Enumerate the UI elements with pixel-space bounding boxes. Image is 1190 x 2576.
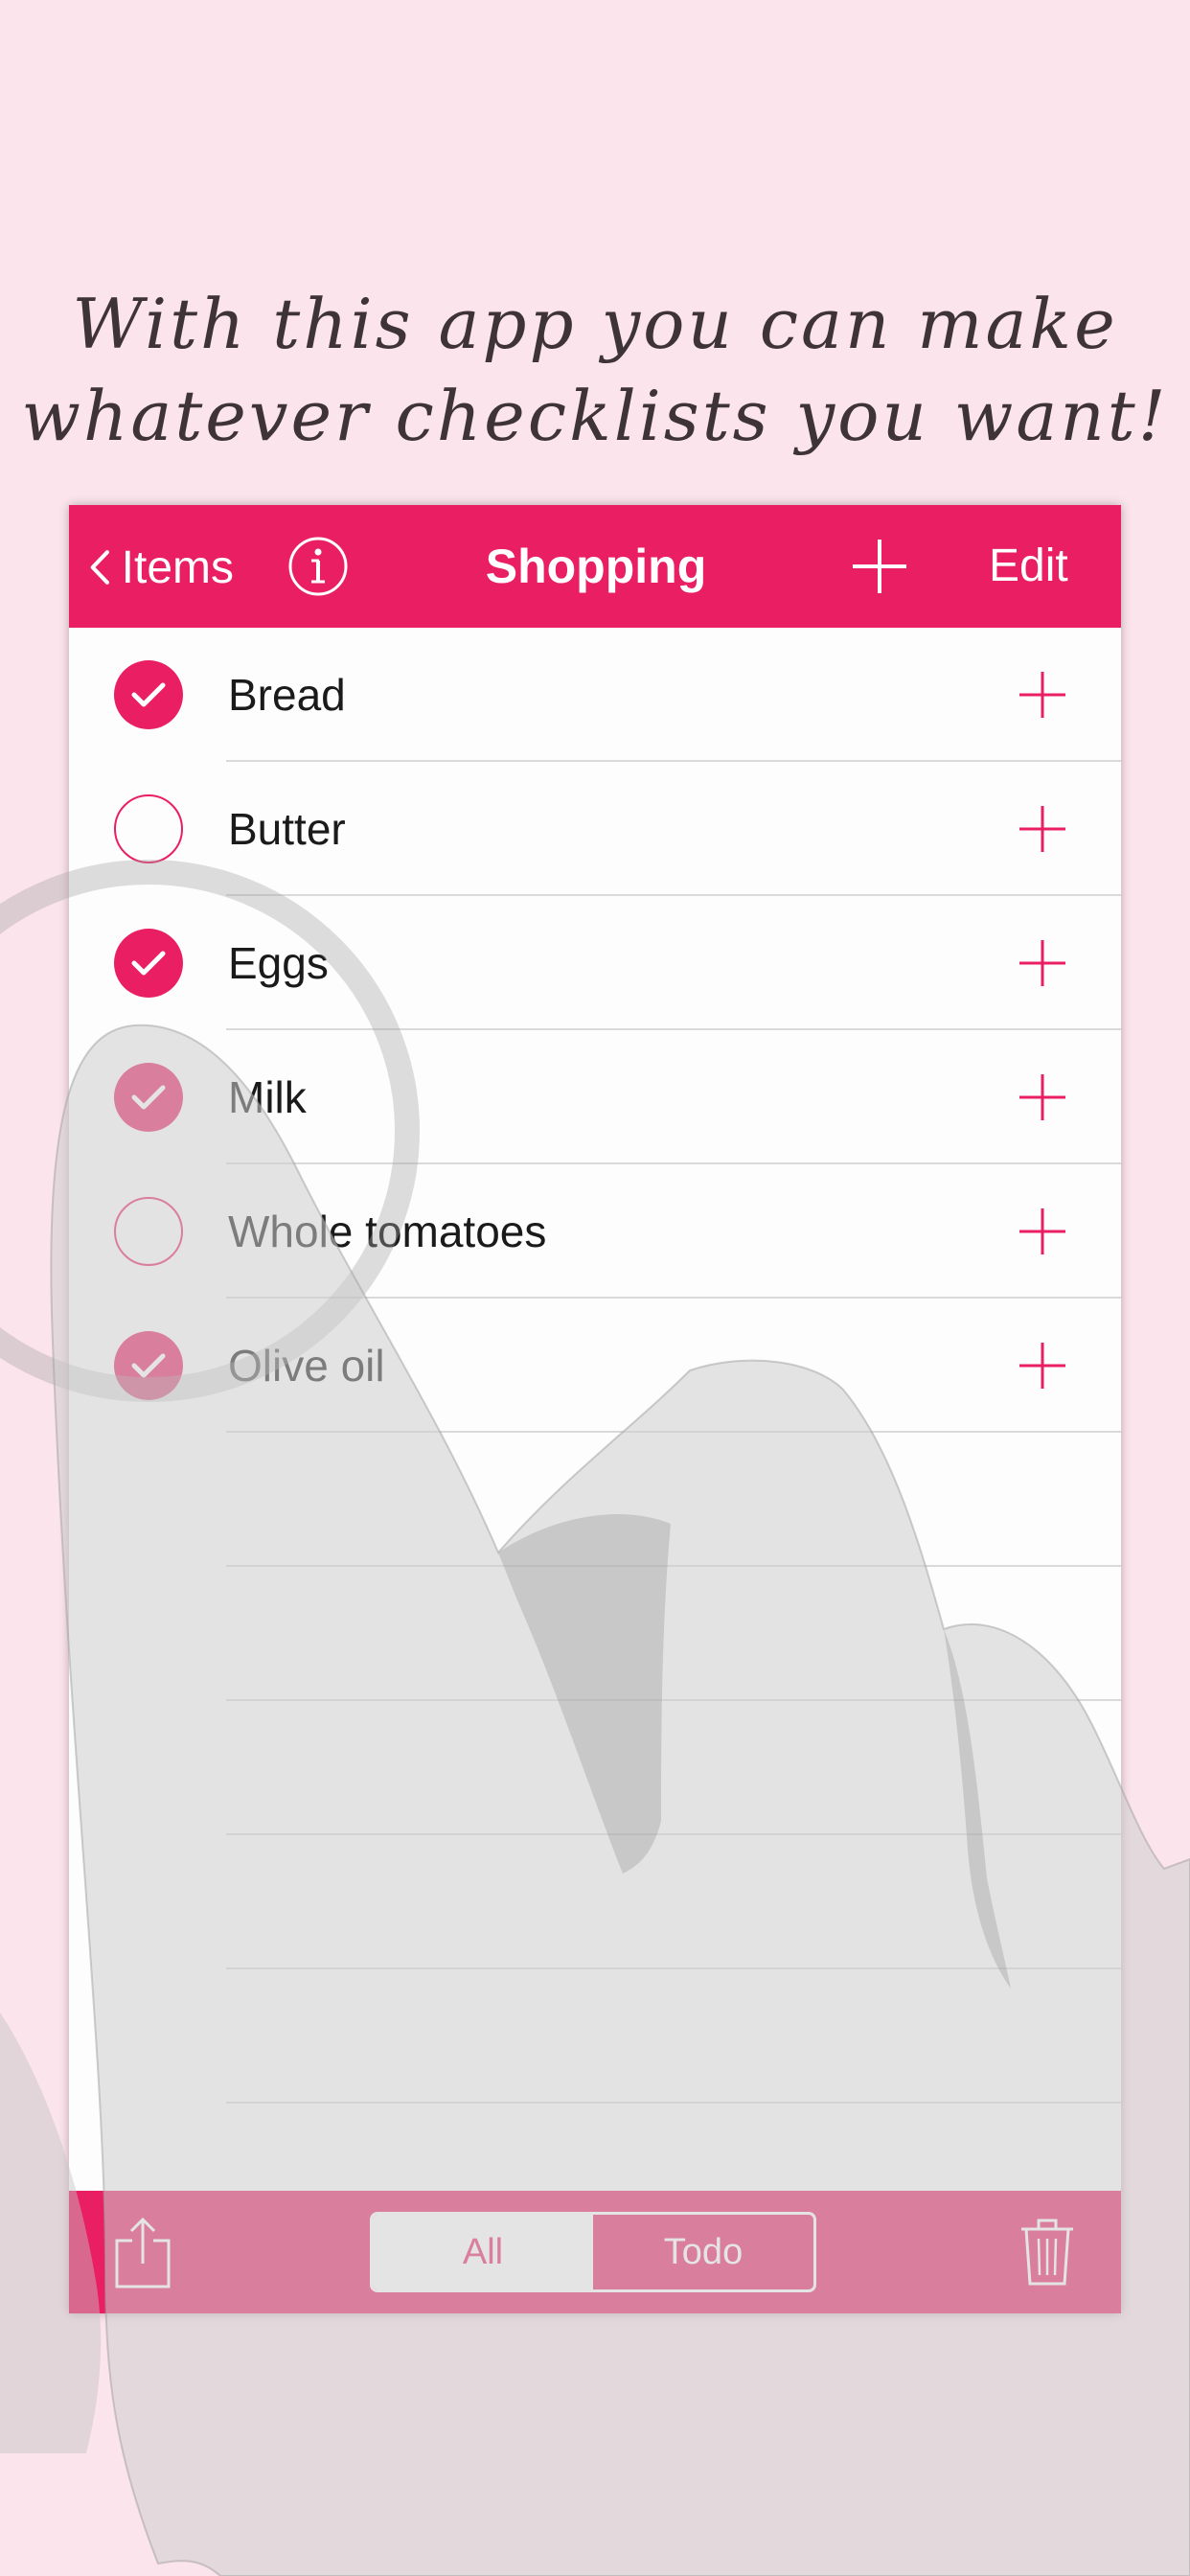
checkbox[interactable]: [114, 660, 183, 729]
info-icon[interactable]: [287, 536, 349, 597]
segment-todo[interactable]: Todo: [593, 2215, 813, 2289]
caption: With this app you can make whatever chec…: [0, 278, 1190, 462]
empty-row: [69, 1701, 1121, 1835]
empty-row: [69, 1567, 1121, 1701]
divider: [226, 2102, 1121, 2104]
filter-segmented-control: All Todo: [370, 2212, 816, 2292]
plus-icon[interactable]: [1018, 804, 1067, 854]
list-item[interactable]: Whole tomatoes: [69, 1164, 1121, 1299]
plus-icon[interactable]: [1018, 1207, 1067, 1256]
segment-all[interactable]: All: [373, 2215, 593, 2289]
checkmark-icon: [131, 1353, 166, 1378]
empty-row: [69, 1969, 1121, 2104]
plus-icon[interactable]: [1018, 670, 1067, 720]
checkbox[interactable]: [114, 794, 183, 863]
checkmark-icon: [131, 1085, 166, 1110]
caption-line-1: With this app you can make: [72, 284, 1118, 364]
plus-icon[interactable]: [1018, 1341, 1067, 1391]
app-screen: Items Shopping Edit Bread Butter Eggs Mi…: [69, 505, 1121, 2313]
page-title: Shopping: [485, 540, 707, 593]
item-label: Milk: [228, 1072, 307, 1122]
list-item[interactable]: Bread: [69, 628, 1121, 762]
item-label: Butter: [228, 804, 346, 854]
list-item[interactable]: Butter: [69, 762, 1121, 896]
checkbox[interactable]: [114, 1331, 183, 1400]
item-label: Whole tomatoes: [228, 1207, 547, 1256]
checkbox[interactable]: [114, 1063, 183, 1132]
list-item[interactable]: Olive oil: [69, 1299, 1121, 1433]
checkmark-icon: [131, 682, 166, 707]
empty-row: [69, 1433, 1121, 1567]
empty-row: [69, 1835, 1121, 1969]
edit-button[interactable]: Edit: [989, 536, 1068, 597]
chevron-left-icon: [90, 550, 109, 585]
checklist: Bread Butter Eggs Milk Whole tomatoes Ol…: [69, 628, 1121, 2104]
bottom-toolbar: All Todo: [69, 2191, 1121, 2313]
item-label: Olive oil: [228, 1341, 385, 1391]
checkbox[interactable]: [114, 1197, 183, 1266]
caption-line-2: whatever checklists you want!: [21, 376, 1169, 456]
list-item[interactable]: Eggs: [69, 896, 1121, 1030]
plus-icon[interactable]: [1018, 1072, 1067, 1122]
trash-icon[interactable]: [1019, 2218, 1075, 2287]
checkbox[interactable]: [114, 929, 183, 998]
item-label: Eggs: [228, 938, 329, 988]
plus-icon[interactable]: [1018, 938, 1067, 988]
back-button[interactable]: Items: [90, 538, 234, 597]
checkmark-icon: [131, 951, 166, 976]
share-icon[interactable]: [113, 2216, 172, 2290]
back-label: Items: [121, 541, 234, 593]
add-item-button[interactable]: [849, 536, 910, 597]
item-label: Bread: [228, 670, 346, 720]
list-item[interactable]: Milk: [69, 1030, 1121, 1164]
navigation-bar: Items Shopping Edit: [69, 505, 1121, 628]
